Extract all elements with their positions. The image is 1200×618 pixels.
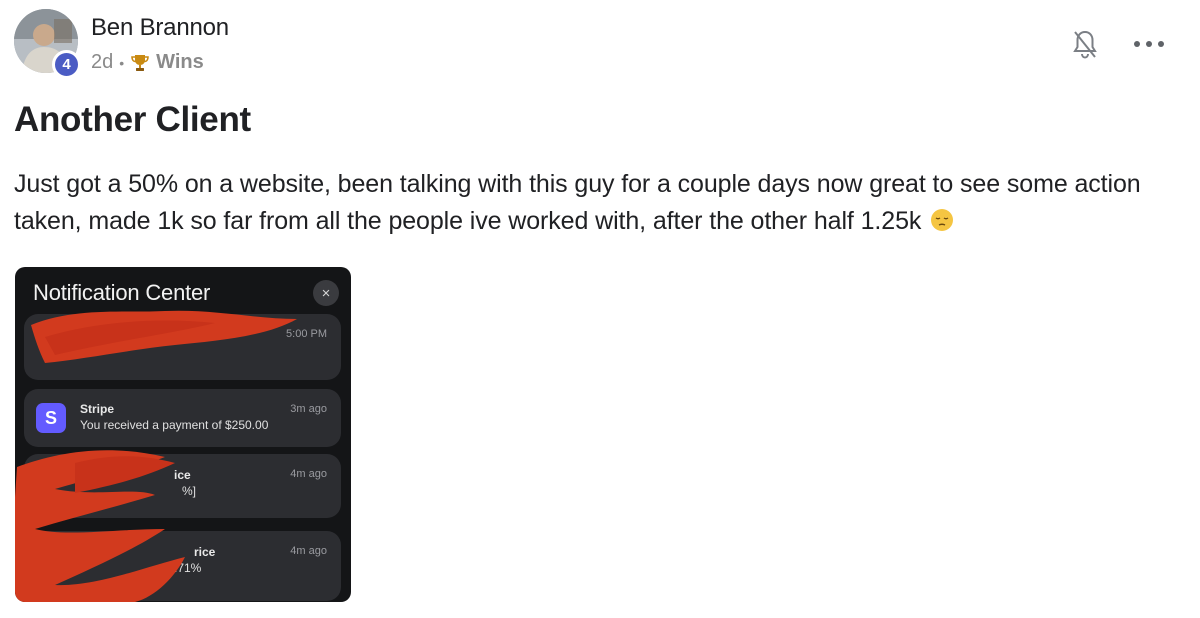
- post-image-attachment[interactable]: Notification Center × 5:00 PM S Stripe Y…: [15, 267, 351, 602]
- post-body-text: Just got a 50% on a website, been talkin…: [14, 170, 1141, 235]
- level-badge: 4: [52, 50, 81, 79]
- more-horizontal-icon[interactable]: [1134, 34, 1164, 54]
- post-title: Another Client: [14, 100, 251, 139]
- more-dot: [1134, 41, 1140, 47]
- meta-separator: •: [119, 54, 125, 71]
- post-age: 2d: [91, 51, 114, 73]
- author-avatar-container[interactable]: 4: [14, 9, 81, 79]
- post-meta: 2d • Wins: [91, 51, 204, 74]
- post-body: Just got a 50% on a website, been talkin…: [14, 166, 1192, 240]
- redaction-scribble: [15, 310, 297, 602]
- bell-off-icon[interactable]: [1070, 28, 1100, 62]
- pensive-face-emoji: [930, 206, 954, 231]
- more-dot: [1146, 41, 1152, 47]
- trophy-icon: [130, 53, 150, 73]
- post-category[interactable]: Wins: [156, 51, 204, 74]
- more-dot: [1158, 41, 1164, 47]
- post-card: 4 Ben Brannon 2d • Wins Another Client J…: [0, 0, 1200, 618]
- author-name[interactable]: Ben Brannon: [91, 14, 229, 42]
